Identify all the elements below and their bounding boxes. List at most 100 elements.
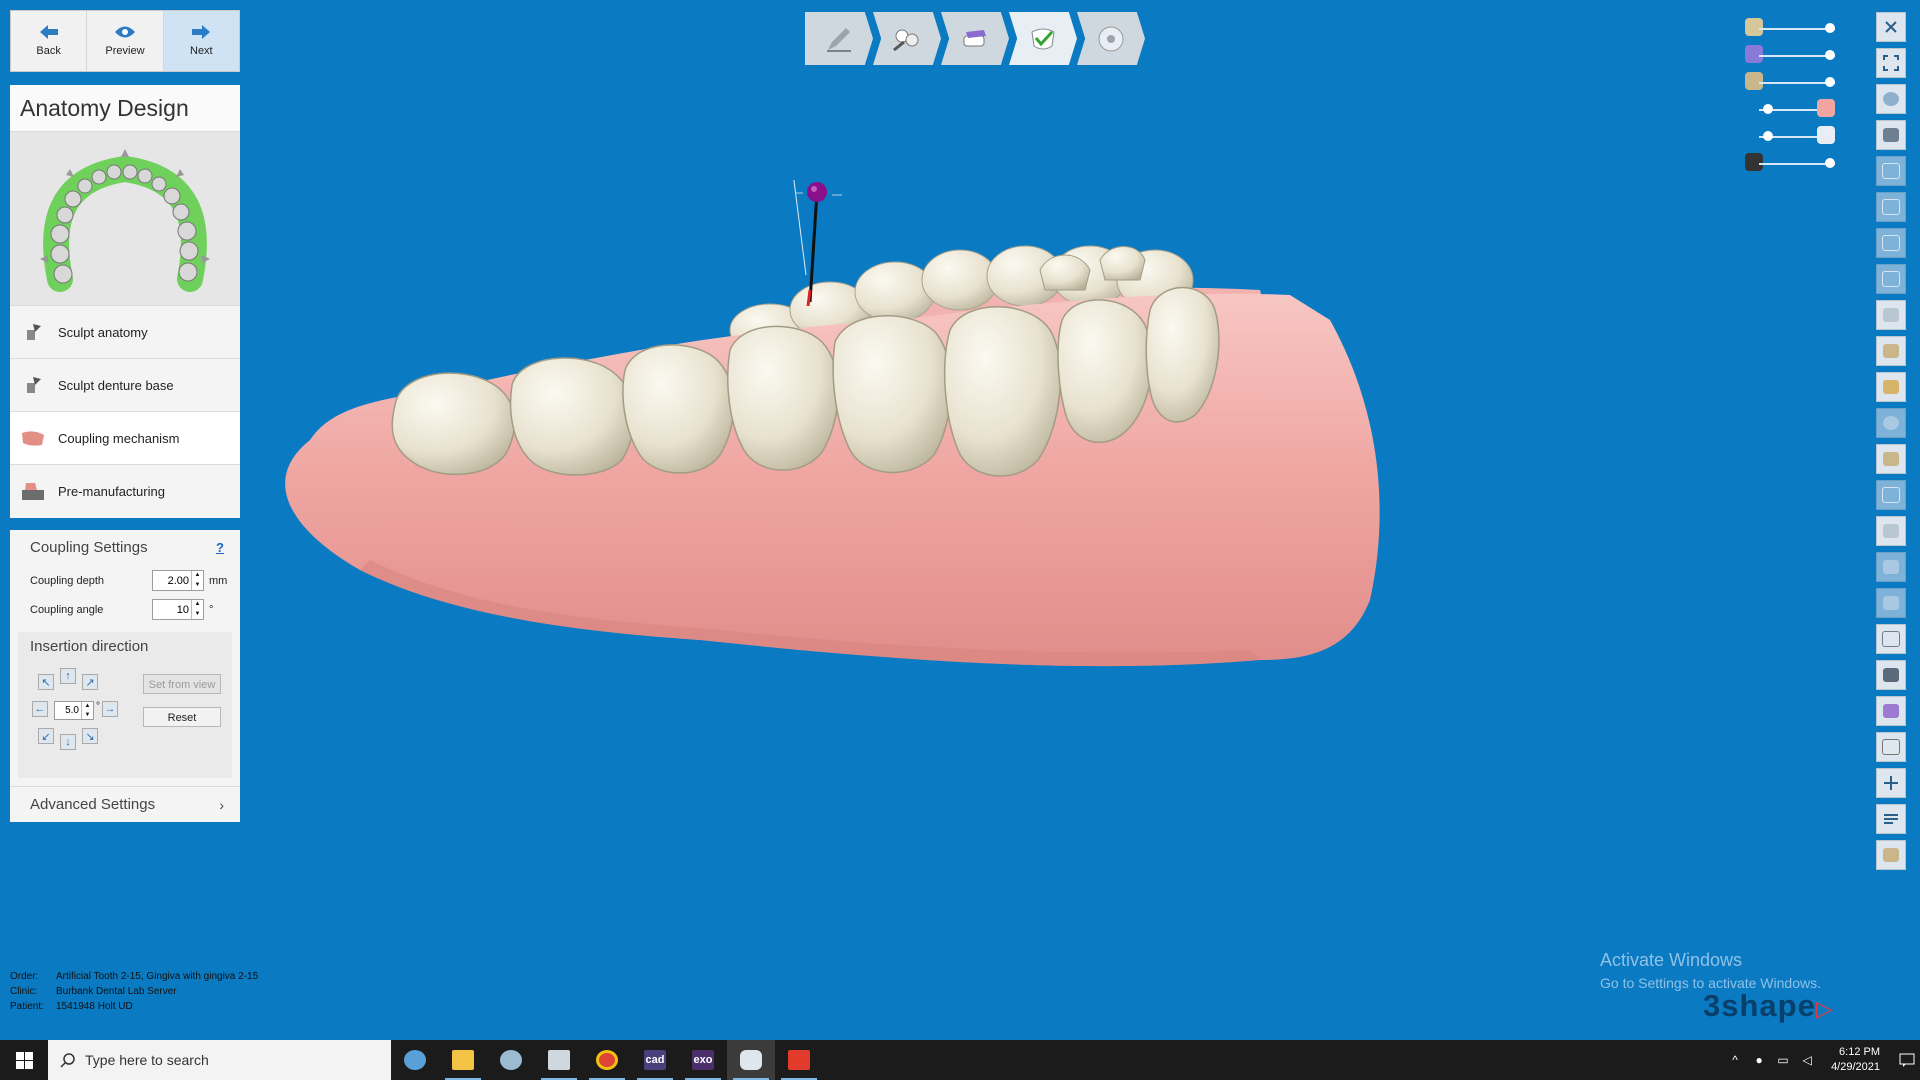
section-tool-icon[interactable] [1876,516,1906,546]
slider-knob[interactable] [1763,131,1773,141]
chrome-icon[interactable] [583,1040,631,1080]
tilt-right-icon[interactable]: → [102,701,118,717]
tilt-step-stepper[interactable]: ▲ ▼ [54,701,94,720]
model-info-icon[interactable] [1876,840,1906,870]
spin-up-icon[interactable]: ▲ [192,571,203,581]
slider-track[interactable] [1759,55,1835,57]
slider-knob[interactable] [1825,23,1835,33]
slider-row [1745,45,1835,72]
step-coupling-mechanism[interactable]: Coupling mechanism [10,411,240,464]
help-link[interactable]: ? [216,530,224,566]
tilt-left-icon[interactable]: ← [32,701,48,717]
preview-button[interactable]: Preview [87,11,164,71]
coupling-depth-input[interactable] [153,574,191,587]
dental-arch-preview[interactable] [10,132,240,305]
network-icon[interactable]: ▭ [1774,1053,1792,1067]
microphone-icon[interactable]: ● [1750,1053,1768,1067]
spin-down-icon[interactable]: ▼ [192,610,203,620]
slider-track[interactable] [1759,28,1835,30]
slider-knob[interactable] [1825,50,1835,60]
app-icon[interactable] [487,1040,535,1080]
right-toolbar [1876,12,1908,876]
3d-viewport[interactable] [250,164,1420,830]
crown-tool-icon[interactable] [1876,372,1906,402]
camera-icon[interactable] [1876,660,1906,690]
reset-button[interactable]: Reset [143,707,221,727]
clock-date: 4/29/2021 [1831,1061,1880,1073]
taskbar-search-input[interactable]: Type here to search [48,1040,391,1080]
close-icon[interactable] [1876,12,1906,42]
slider-track[interactable] [1759,163,1835,165]
spin-down-icon[interactable]: ▼ [82,711,93,720]
windows-start-icon[interactable] [0,1040,48,1080]
tilt-down-right-icon[interactable]: ↘ [82,728,98,744]
workflow-step-design[interactable] [1009,12,1077,65]
notes-icon[interactable] [1876,804,1906,834]
tilt-down-left-icon[interactable]: ↙ [38,728,54,744]
wax-knife-icon[interactable] [1876,336,1906,366]
next-arrow-icon [192,25,211,39]
shade-tool-icon[interactable] [1876,588,1906,618]
cad-icon[interactable]: cad [631,1040,679,1080]
file-explorer-icon[interactable] [439,1040,487,1080]
tilt-up-left-icon[interactable]: ↖ [38,674,54,690]
brush-tool-icon[interactable] [1876,300,1906,330]
solid-view-icon[interactable] [1876,732,1906,762]
step-sculpt-anatomy[interactable]: Sculpt anatomy [10,305,240,358]
cap-tool-icon[interactable] [1876,120,1906,150]
step-sculpt-denture-base[interactable]: Sculpt denture base [10,358,240,411]
coupling-angle-input[interactable] [153,603,191,616]
next-button[interactable]: Next [163,11,239,71]
chevron-up-icon[interactable]: ^ [1726,1053,1744,1067]
view-back-icon[interactable] [1876,192,1906,222]
workflow-step-model[interactable] [805,12,873,65]
advanced-settings-toggle[interactable]: Advanced Settings › [10,786,240,822]
slider-knob[interactable] [1825,77,1835,87]
back-button[interactable]: Back [11,11,88,71]
tooth-app-icon[interactable] [727,1040,775,1080]
coupling-angle-stepper[interactable]: ▲ ▼ [152,599,204,620]
step-pre-manufacturing[interactable]: Pre-manufacturing [10,464,240,517]
coupling-depth-stepper[interactable]: ▲ ▼ [152,570,204,591]
gingiva-layer-icon [1817,99,1835,117]
tilt-up-icon[interactable]: ↑ [60,668,76,684]
view-front-icon[interactable] [1876,156,1906,186]
system-clock[interactable]: 6:12 PM 4/29/2021 [1831,1045,1880,1075]
tilt-step-input[interactable] [55,704,81,717]
hand-tool-icon[interactable] [1876,552,1906,582]
ruler-icon[interactable] [1876,480,1906,510]
smooth-tool-icon[interactable] [1876,408,1906,438]
slider-track[interactable] [1759,82,1835,84]
sculpt-tool-icon [20,374,46,396]
color-map-icon[interactable] [1876,696,1906,726]
view-left-icon[interactable] [1876,228,1906,258]
view-right-icon[interactable] [1876,264,1906,294]
clinic-row: Clinic: Burbank Dental Lab Server [10,986,177,997]
pin-tool-icon[interactable] [1876,444,1906,474]
checkmark-icon [1031,28,1055,49]
insertion-direction-title: Insertion direction [30,638,149,655]
workflow-step-export[interactable] [1077,12,1145,65]
exo-icon[interactable]: exo [679,1040,727,1080]
screenshot-icon[interactable] [1876,624,1906,654]
slider-knob[interactable] [1825,158,1835,168]
red-app-icon[interactable] [775,1040,823,1080]
spin-up-icon[interactable]: ▲ [82,702,93,711]
dental-app-icon[interactable] [535,1040,583,1080]
set-from-view-button[interactable]: Set from view [143,674,221,694]
measure-icon[interactable] [1876,768,1906,798]
gingiva-icon [20,427,46,449]
volume-muted-icon[interactable]: ◁ [1798,1053,1816,1067]
slider-knob[interactable] [1763,104,1773,114]
tilt-down-icon[interactable]: ↓ [60,734,76,750]
notifications-icon[interactable] [1894,1053,1920,1067]
workflow-step-setup[interactable] [941,12,1009,65]
spin-up-icon[interactable]: ▲ [192,600,203,610]
spin-down-icon[interactable]: ▼ [192,581,203,591]
tilt-up-right-icon[interactable]: ↗ [82,674,98,690]
globe-view-icon[interactable] [1876,84,1906,114]
settings-app-icon[interactable] [391,1040,439,1080]
fullscreen-icon[interactable] [1876,48,1906,78]
navigation-bar: Back Preview Next [10,10,240,72]
workflow-step-tools[interactable] [873,12,941,65]
